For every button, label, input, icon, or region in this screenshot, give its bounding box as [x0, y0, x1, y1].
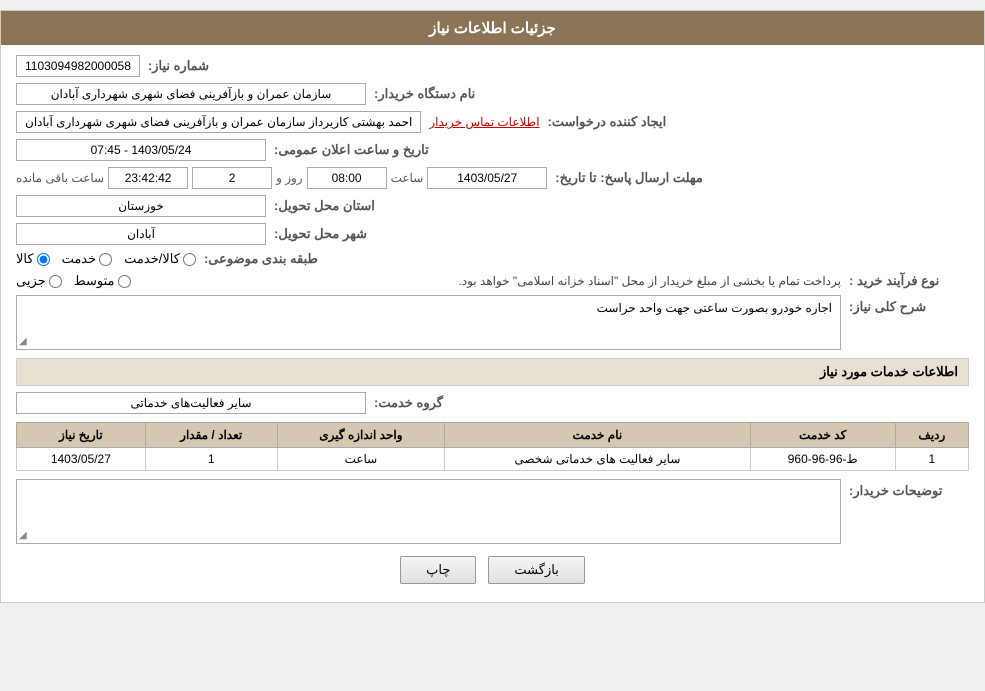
process-row: نوع فرآیند خرید : پرداخت تمام یا بخشی از… — [16, 273, 969, 289]
city-value: آبادان — [16, 223, 266, 245]
col-header-row-num: ردیف — [895, 423, 968, 448]
process-label: نوع فرآیند خرید : — [849, 273, 969, 289]
group-row: گروه خدمت: سایر فعالیت‌های خدماتی — [16, 392, 969, 414]
description-wrap: اجاره خودرو بصورت ساعتی جهت واحد حراست ◢ — [16, 295, 841, 350]
announcement-label: تاریخ و ساعت اعلان عمومی: — [274, 142, 429, 158]
col-header-service-name: نام خدمت — [445, 423, 751, 448]
buyer-notes-box: ◢ — [16, 479, 841, 544]
category-label-goods: کالا — [16, 251, 34, 267]
announcement-value: 1403/05/24 - 07:45 — [16, 139, 266, 161]
buyer-notes-label: توضیحات خریدار: — [849, 479, 969, 499]
deadline-date: 1403/05/27 — [427, 167, 547, 189]
services-table-section: ردیف کد خدمت نام خدمت واحد اندازه گیری ت… — [16, 422, 969, 471]
col-header-service-code: کد خدمت — [750, 423, 895, 448]
deadline-remaining: 23:42:42 — [108, 167, 188, 189]
deadline-row: مهلت ارسال پاسخ: تا تاریخ: 1403/05/27 سا… — [16, 167, 969, 189]
description-section-label: شرح کلی نیاز: — [849, 299, 969, 315]
description-text: اجاره خودرو بصورت ساعتی جهت واحد حراست — [597, 301, 832, 315]
process-radio-partial[interactable] — [49, 275, 62, 288]
process-description: پرداخت تمام یا بخشی از مبلغ خریدار از مح… — [141, 274, 841, 288]
province-label: استان محل تحویل: — [274, 198, 394, 214]
category-radio-goods-service[interactable] — [183, 253, 196, 266]
category-radio-service[interactable] — [99, 253, 112, 266]
need-number-value: 1103094982000058 — [16, 55, 140, 77]
table-header-row: ردیف کد خدمت نام خدمت واحد اندازه گیری ت… — [17, 423, 969, 448]
city-row: شهر محل تحویل: آبادان — [16, 223, 969, 245]
col-header-unit: واحد اندازه گیری — [277, 423, 444, 448]
category-option-goods: کالا — [16, 251, 50, 267]
group-value: سایر فعالیت‌های خدماتی — [16, 392, 366, 414]
process-label-medium: متوسط — [74, 273, 115, 289]
group-label: گروه خدمت: — [374, 395, 494, 411]
footer-buttons: بازگشت چاپ — [16, 556, 969, 584]
category-label: طبقه بندی موضوعی: — [204, 251, 324, 267]
contact-link[interactable]: اطلاعات تماس خریدار — [429, 115, 539, 129]
deadline-remaining-label: ساعت باقی مانده — [16, 171, 104, 185]
deadline-day-label: روز و — [276, 171, 303, 185]
col-header-quantity: تعداد / مقدار — [145, 423, 277, 448]
description-value: اجاره خودرو بصورت ساعتی جهت واحد حراست ◢ — [16, 295, 841, 350]
province-row: استان محل تحویل: خوزستان — [16, 195, 969, 217]
creator-label: ایجاد کننده درخواست: — [548, 114, 668, 130]
category-radio-group: کالا/خدمت خدمت کالا — [16, 251, 196, 267]
process-radio-group: متوسط جزیی — [16, 273, 131, 289]
creator-value: احمد بهشتی کاریرداز سازمان عمران و بازآف… — [16, 111, 421, 133]
page-wrapper: جزئیات اطلاعات نیاز شماره نیاز: 11030949… — [0, 10, 985, 603]
category-option-goods-service: کالا/خدمت — [124, 251, 196, 267]
page-header: جزئیات اطلاعات نیاز — [1, 11, 984, 45]
announcement-row: تاریخ و ساعت اعلان عمومی: 1403/05/24 - 0… — [16, 139, 969, 161]
city-label: شهر محل تحویل: — [274, 226, 394, 242]
cell-unit: ساعت — [277, 448, 444, 471]
process-label-partial: جزیی — [16, 273, 46, 289]
deadline-days: 2 — [192, 167, 272, 189]
need-number-label: شماره نیاز: — [148, 58, 268, 74]
buyer-org-value: سازمان عمران و بازآفرینی فضای شهری شهردا… — [16, 83, 366, 105]
resize-icon-notes: ◢ — [19, 530, 27, 541]
process-option-partial: جزیی — [16, 273, 62, 289]
category-label-service: خدمت — [62, 251, 97, 267]
category-row: طبقه بندی موضوعی: کالا/خدمت خدمت کالا — [16, 251, 969, 267]
col-header-date: تاریخ نیاز — [17, 423, 146, 448]
category-option-service: خدمت — [62, 251, 113, 267]
main-content: شماره نیاز: 1103094982000058 نام دستگاه … — [1, 45, 984, 602]
buyer-org-row: نام دستگاه خریدار: سازمان عمران و بازآفر… — [16, 83, 969, 105]
buyer-notes-row: توضیحات خریدار: ◢ — [16, 479, 969, 544]
province-value: خوزستان — [16, 195, 266, 217]
cell-row-num: 1 — [895, 448, 968, 471]
process-option-medium: متوسط — [74, 273, 131, 289]
cell-service-name: سایر فعالیت های خدماتی شخصی — [445, 448, 751, 471]
process-radio-medium[interactable] — [118, 275, 131, 288]
creator-row: ایجاد کننده درخواست: اطلاعات تماس خریدار… — [16, 111, 969, 133]
deadline-group: 1403/05/27 ساعت 08:00 روز و 2 23:42:42 س… — [16, 167, 547, 189]
services-section-title: اطلاعات خدمات مورد نیاز — [16, 358, 969, 386]
buyer-org-label: نام دستگاه خریدار: — [374, 86, 494, 102]
services-table: ردیف کد خدمت نام خدمت واحد اندازه گیری ت… — [16, 422, 969, 471]
resize-icon: ◢ — [19, 336, 27, 347]
page-title: جزئیات اطلاعات نیاز — [429, 20, 556, 37]
table-row: 1 ط-96-96-960 سایر فعالیت های خدماتی شخص… — [17, 448, 969, 471]
cell-quantity: 1 — [145, 448, 277, 471]
back-button[interactable]: بازگشت — [488, 556, 584, 584]
deadline-label: مهلت ارسال پاسخ: تا تاریخ: — [555, 170, 703, 186]
description-row: شرح کلی نیاز: اجاره خودرو بصورت ساعتی جه… — [16, 295, 969, 350]
cell-date: 1403/05/27 — [17, 448, 146, 471]
need-number-row: شماره نیاز: 1103094982000058 — [16, 55, 969, 77]
deadline-time-label: ساعت — [391, 171, 424, 185]
category-radio-goods[interactable] — [37, 253, 50, 266]
category-label-goods-service: کالا/خدمت — [124, 251, 180, 267]
print-button[interactable]: چاپ — [400, 556, 476, 584]
deadline-time: 08:00 — [307, 167, 387, 189]
cell-service-code: ط-96-96-960 — [750, 448, 895, 471]
